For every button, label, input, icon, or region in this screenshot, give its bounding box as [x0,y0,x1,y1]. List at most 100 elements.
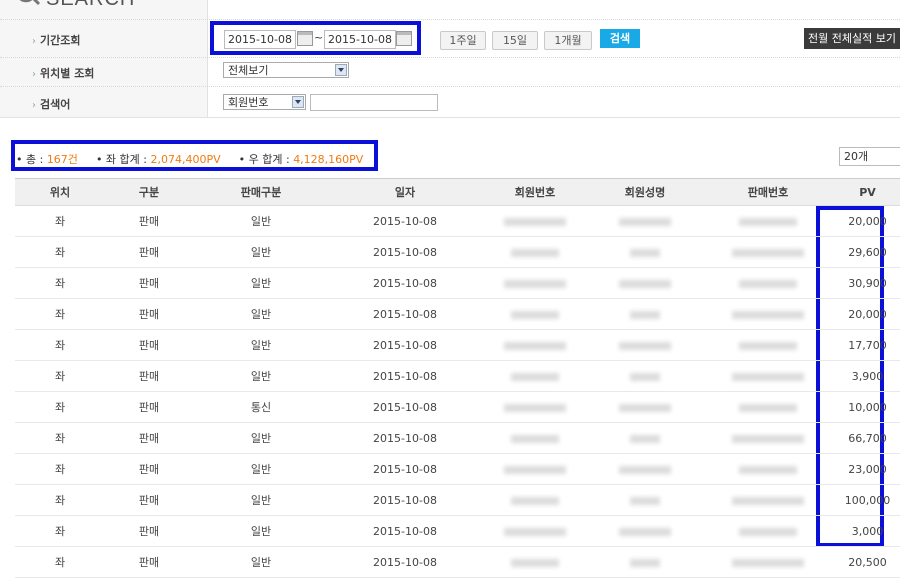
position-select[interactable]: 전체보기 [223,62,349,78]
cell-date: 2015-10-08 [329,484,481,516]
cell-sale-type: 일반 [193,205,329,237]
cell-member-name [589,515,701,547]
row-divider [0,86,900,87]
date-range-highlight-box [210,21,421,55]
cell-member-name [589,298,701,330]
cell-sale-type: 통신 [193,391,329,423]
cell-member-name [589,484,701,516]
table-row[interactable]: 좌 판매 일반 2015-10-08 3,000 [15,515,900,547]
cell-sale-id [701,360,835,392]
table-row[interactable]: 좌 판매 일반 2015-10-08 23,000 [15,453,900,485]
cell-position: 좌 [15,298,105,330]
keyword-input[interactable] [310,94,438,111]
cell-type: 판매 [105,298,193,330]
dropdown-arrow-icon [335,64,347,76]
cell-type: 판매 [105,422,193,454]
per-page-select[interactable]: 20개 [839,147,900,166]
range-1week-button[interactable]: 1주일 [440,31,486,50]
cell-sale-type: 일반 [193,422,329,454]
left-sum-value: 2,074,400PV [150,153,221,166]
table-row[interactable]: 좌 판매 통신 2015-10-08 10,000 [15,391,900,423]
cell-type: 판매 [105,515,193,547]
cell-sale-type: 일반 [193,515,329,547]
redacted-value [630,496,660,505]
cell-member-name [589,267,701,299]
table-row[interactable]: 좌 판매 일반 2015-10-08 29,600 [15,236,900,268]
cell-member-name [589,422,701,454]
cell-pv: 3,000 [835,515,900,547]
range-15days-button[interactable]: 15일 [492,31,538,50]
cell-member-name [589,360,701,392]
redacted-value [619,279,671,288]
col-header-sale-id: 판매번호 [701,178,835,206]
cell-position: 좌 [15,391,105,423]
table-header-row: 위치 구분 판매구분 일자 회원번호 회원성명 판매번호 PV [15,178,900,206]
cell-type: 판매 [105,267,193,299]
range-1month-button[interactable]: 1개월 [544,31,592,50]
cell-sale-id [701,298,835,330]
left-sum-label: • 좌 합계 : [95,153,151,166]
cell-member-id [481,422,589,454]
cell-member-id [481,391,589,423]
redacted-value [630,434,660,443]
col-header-member-id: 회원번호 [481,178,589,206]
search-title: SEARCH [46,0,135,11]
cell-member-id [481,453,589,485]
row-divider [0,19,900,20]
cell-sale-type: 일반 [193,329,329,361]
redacted-value [739,341,797,350]
cell-date: 2015-10-08 [329,329,481,361]
keyword-type-select[interactable]: 회원번호 [223,94,306,110]
cell-type: 판매 [105,205,193,237]
table-row[interactable]: 좌 판매 일반 2015-10-08 20,000 [15,298,900,330]
cell-sale-id [701,236,835,268]
table-row[interactable]: 좌 판매 일반 2015-10-08 20,500 [15,546,900,578]
redacted-value [619,341,671,350]
cell-type: 판매 [105,329,193,361]
dropdown-arrow-icon [292,96,304,108]
table-row[interactable]: 좌 판매 일반 2015-10-08 17,700 [15,329,900,361]
redacted-value [630,248,660,257]
cell-type: 판매 [105,484,193,516]
position-label: › 위치별 조회 [32,67,95,80]
cell-type: 판매 [105,453,193,485]
cell-date: 2015-10-08 [329,360,481,392]
search-panel: SEARCH ›기간조회 ›위치별 조회 ›검색어 2015-10-08 ~ 2… [0,0,900,118]
redacted-value [739,279,797,288]
cell-sale-id [701,453,835,485]
cell-member-name [589,329,701,361]
redacted-value [732,496,804,505]
redacted-value [732,248,804,257]
col-header-date: 일자 [329,178,481,206]
cell-pv: 66,700 [835,422,900,454]
redacted-value [619,527,671,536]
table-row[interactable]: 좌 판매 일반 2015-10-08 100,000 [15,484,900,516]
cell-date: 2015-10-08 [329,236,481,268]
redacted-value [732,558,804,567]
redacted-value [504,279,566,288]
redacted-value [732,372,804,381]
cell-member-id [481,298,589,330]
total-label: • 총 : [16,153,47,166]
table-row[interactable]: 좌 판매 일반 2015-10-08 20,000 [15,205,900,237]
cell-position: 좌 [15,236,105,268]
cell-date: 2015-10-08 [329,298,481,330]
redacted-value [630,372,660,381]
redacted-value [504,465,566,474]
cell-date: 2015-10-08 [329,422,481,454]
cell-pv: 20,000 [835,205,900,237]
redacted-value [511,310,559,319]
cell-sale-type: 일반 [193,453,329,485]
cell-sale-id [701,515,835,547]
table-row[interactable]: 좌 판매 일반 2015-10-08 3,900 [15,360,900,392]
redacted-value [630,310,660,319]
redacted-value [504,341,566,350]
cell-member-id [481,205,589,237]
redacted-value [511,248,559,257]
prev-month-results-button[interactable]: 전월 전체실적 보기 [804,28,900,49]
col-header-sale-type: 판매구분 [193,178,329,206]
search-button[interactable]: 검색 [600,29,640,48]
table-row[interactable]: 좌 판매 일반 2015-10-08 30,900 [15,267,900,299]
table-row[interactable]: 좌 판매 일반 2015-10-08 66,700 [15,422,900,454]
redacted-value [504,403,566,412]
